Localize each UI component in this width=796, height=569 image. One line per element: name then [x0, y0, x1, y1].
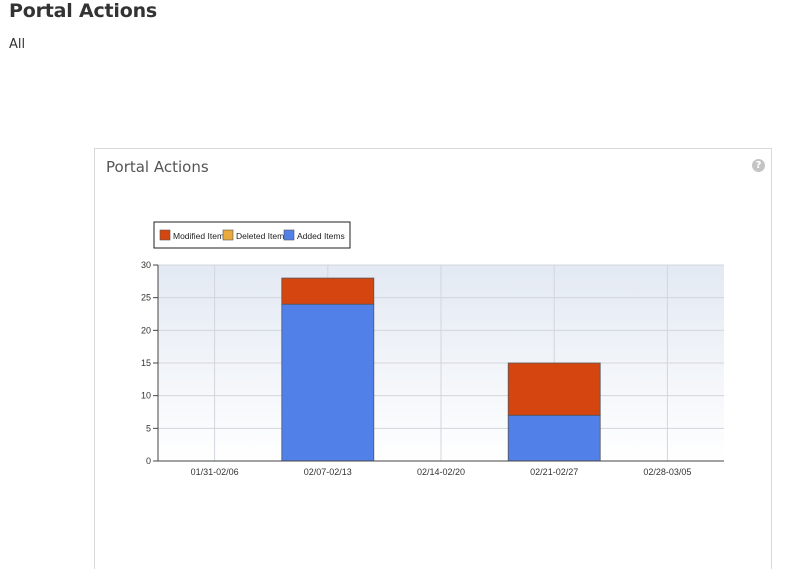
- legend-swatch: [283, 229, 295, 241]
- y-tick-label: 20: [141, 325, 151, 335]
- bar-segment-added-items: [281, 303, 375, 462]
- y-tick-label: 0: [146, 456, 151, 466]
- bar-segment-added-items: [507, 414, 601, 462]
- y-tick-label: 30: [141, 260, 151, 270]
- x-tick-label: 02/07-02/13: [304, 467, 352, 477]
- y-tick-label: 5: [146, 423, 151, 433]
- y-tick-label: 25: [141, 293, 151, 303]
- bar-segment-modified-items: [281, 277, 375, 305]
- x-tick-label: 01/31-02/06: [191, 467, 239, 477]
- legend-swatch: [222, 229, 234, 241]
- y-tick-label: 10: [141, 391, 151, 401]
- legend-label: Modified Items: [173, 231, 228, 241]
- y-tick-label: 15: [141, 358, 151, 368]
- legend-label: Deleted Items: [236, 231, 288, 241]
- legend-label: Added Items: [297, 231, 345, 241]
- legend-swatch: [159, 229, 171, 241]
- portal-actions-chart: 0 5 10 15 20 25 30 01/31-02/06 02/07-02/13 02/14-…: [141, 221, 724, 477]
- x-tick-label: 02/28-03/05: [643, 467, 691, 477]
- x-tick-label: 02/14-02/20: [417, 467, 465, 477]
- bar-segment-modified-items: [507, 362, 601, 416]
- x-tick-label: 02/21-02/27: [530, 467, 578, 477]
